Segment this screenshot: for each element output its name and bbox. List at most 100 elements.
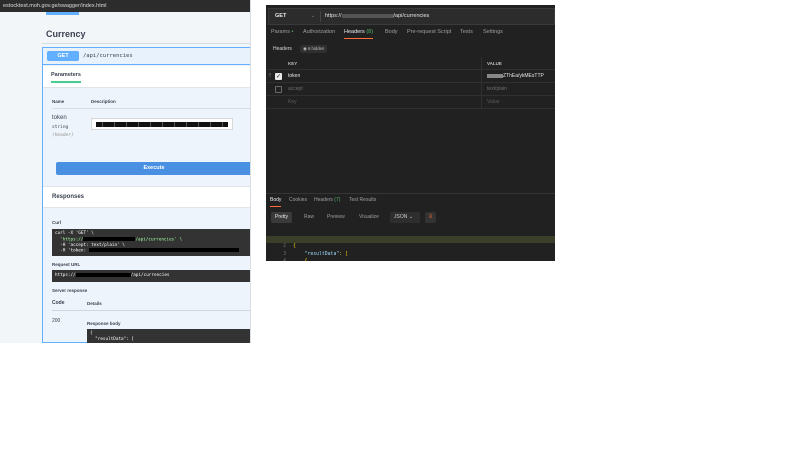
browser-url-bar[interactable]: estocktest.moh.gov.ge/swagger/index.html [0, 0, 250, 12]
curl-line-2-end: /api/currencies' \ [135, 237, 183, 243]
code-line: 2 "resultData": [ [266, 235, 555, 257]
column-divider [481, 70, 482, 83]
new-key-placeholder[interactable]: Key [288, 96, 297, 109]
tab-params[interactable]: Params • [271, 29, 293, 35]
redacted-token [96, 122, 228, 127]
response-body-label: Response body [87, 321, 121, 326]
visualize-button[interactable]: Visualize [355, 212, 383, 223]
column-divider [481, 57, 482, 70]
format-select[interactable]: JSON ⌄ [390, 212, 420, 223]
curl-line-3: -H 'accept: text/plain' \ [55, 242, 125, 248]
curl-line-2-start: 'https:// [55, 237, 84, 243]
header-key[interactable]: token [288, 70, 300, 83]
url-end: /api/currencies [393, 13, 430, 19]
request-url-end: /api/currencies [130, 273, 170, 278]
header-value[interactable]: ZThEa/ykMEsTTP [487, 70, 544, 83]
headers-sublabel: Headers [273, 46, 292, 52]
url-separator [320, 11, 321, 22]
redacted-token-curl [88, 248, 239, 253]
postman-window: GET ⌄ https:// /api/currencies Params • A… [266, 5, 555, 261]
body-line-1: { [90, 331, 93, 336]
parameters-tab[interactable]: Parameters [51, 72, 81, 83]
parameters-bar: Parameters [43, 66, 250, 88]
curl-block[interactable]: curl -X 'GET' \ 'https:// /api/currencies… [52, 229, 250, 256]
row-checkbox[interactable]: ✓ [275, 73, 282, 80]
param-location: (header) [52, 133, 74, 138]
column-divider [481, 96, 482, 109]
table-header-row: KEY VALUE [266, 57, 555, 70]
resp-tab-headers[interactable]: Headers (7) [314, 197, 340, 203]
request-url-block[interactable]: https:// /api/currencies [52, 270, 250, 282]
chevron-down-icon[interactable]: ⌄ [311, 9, 315, 24]
status-code: 200 [52, 318, 61, 324]
tab-authorization[interactable]: Authorization [303, 29, 335, 35]
table-row[interactable]: accept text/plain [266, 83, 555, 96]
resp-tab-test-results[interactable]: Test Results [349, 197, 376, 203]
chevron-down-icon: ⌄ [408, 214, 413, 220]
code-line: 4 "currencyId": 1, [266, 251, 555, 261]
pretty-button[interactable]: Pretty [271, 212, 293, 223]
response-code[interactable]: 1 { 2 "resultData": [ 3 { 4 "currencyId"… [266, 228, 555, 261]
previous-operation-edge [46, 12, 79, 15]
header-value-text: ZThEa/ykMEsTTP [503, 73, 544, 79]
col-name-header: Name [52, 99, 65, 104]
header-key[interactable]: accept [288, 83, 303, 96]
value-header: VALUE [487, 61, 502, 66]
url-start: https:// [325, 13, 342, 19]
tab-headers[interactable]: Headers (8) [344, 29, 374, 39]
table-row[interactable]: ⠿ ✓ token ZThEa/ykMEsTTP [266, 70, 555, 83]
execute-button[interactable]: Execute [56, 162, 250, 175]
code-header: Code [52, 300, 65, 306]
body-line-2: "resultData": [ [90, 336, 134, 342]
response-divider [52, 310, 250, 311]
operation-block: GET /api/currencies Parameters Name Desc… [42, 47, 250, 343]
tab-tests[interactable]: Tests [460, 29, 473, 35]
line-text: { [293, 258, 308, 261]
hidden-headers-toggle[interactable]: ◉ 6 hidden [300, 45, 328, 53]
wrap-lines-icon[interactable]: ≡ [425, 212, 436, 223]
tag-title[interactable]: Currency [46, 29, 86, 39]
preview-button[interactable]: Preview [323, 212, 349, 223]
server-response-label: Server response [52, 288, 88, 293]
response-divider[interactable] [266, 193, 555, 194]
resp-tab-cookies[interactable]: Cookies [289, 197, 307, 203]
tab-headers-label: Headers [344, 29, 365, 35]
params-dot-icon: • [291, 29, 294, 35]
swagger-window: estocktest.moh.gov.ge/swagger/index.html… [0, 0, 251, 343]
response-toolbar: Pretty Raw Preview Visualize JSON ⌄ ≡ [266, 211, 555, 225]
headers-subrow: Headers ◉ 6 hidden [266, 43, 555, 55]
param-type: string [52, 125, 69, 130]
response-body-block[interactable]: { "resultData": [ [87, 329, 250, 343]
curl-line-4: -H 'token: [55, 248, 89, 254]
column-divider [481, 83, 482, 96]
drag-handle-icon[interactable]: ⠿ [268, 70, 272, 83]
request-url-start: https:// [55, 273, 76, 278]
header-value[interactable]: text/plain [487, 83, 507, 96]
tab-body[interactable]: Body [385, 29, 398, 35]
responses-bar: Responses [43, 186, 250, 208]
tab-settings[interactable]: Settings [483, 29, 503, 35]
request-tabs: Params • Authorization Headers (8) Body … [266, 29, 555, 42]
request-url-bar: GET ⌄ https:// /api/currencies [268, 8, 555, 25]
tab-params-label: Params [271, 29, 290, 35]
operation-path: /api/currencies [83, 53, 133, 59]
url-input[interactable]: https:// /api/currencies [325, 9, 429, 24]
raw-button[interactable]: Raw [300, 212, 318, 223]
responses-title: Responses [52, 194, 85, 200]
curl-label: Curl [52, 220, 61, 225]
resp-tab-body[interactable]: Body [270, 197, 282, 207]
params-divider [52, 108, 250, 109]
token-input[interactable] [91, 118, 233, 130]
curl-line-1: curl -X 'GET' \ [55, 231, 94, 236]
new-value-placeholder[interactable]: Value [487, 96, 499, 109]
resp-headers-count: (7) [334, 197, 341, 203]
table-row[interactable]: Key Value [266, 96, 555, 109]
method-select[interactable]: GET [275, 9, 286, 24]
col-description-header: Description [91, 99, 116, 104]
tab-prerequest[interactable]: Pre-request Script [407, 29, 451, 35]
key-header: KEY [288, 61, 298, 66]
redacted-host-url [75, 272, 131, 277]
redacted-host [83, 236, 136, 241]
operation-summary[interactable]: GET /api/currencies [43, 48, 250, 65]
row-checkbox[interactable] [275, 86, 282, 93]
